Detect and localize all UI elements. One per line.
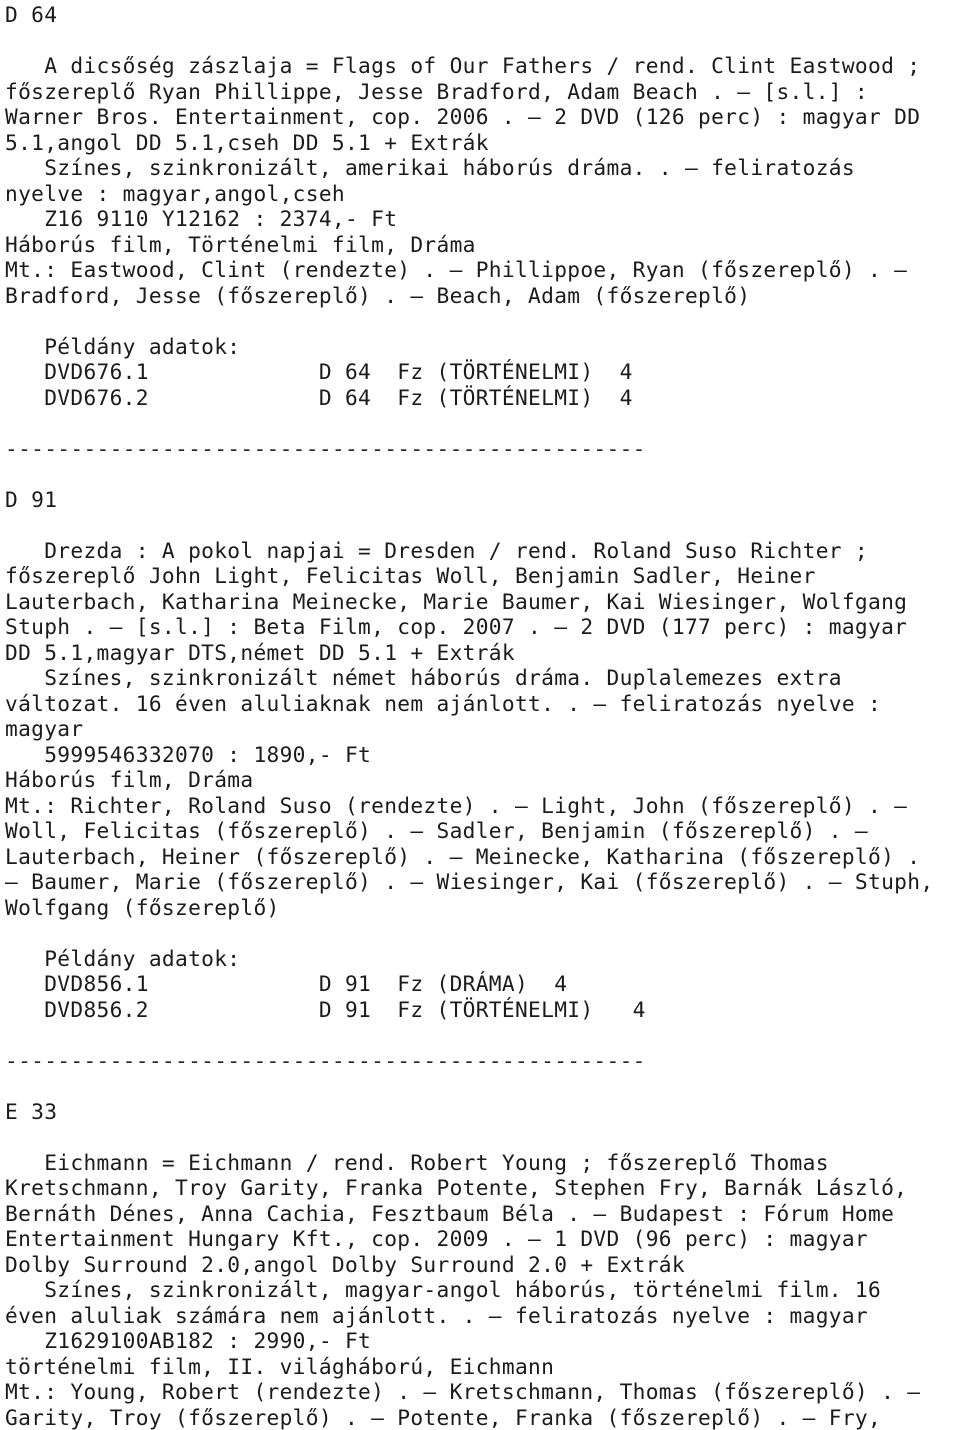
text-line: Bradford, Jesse (főszereplő) . — Beach, …: [5, 283, 960, 309]
text-line: történelmi film, II. világháború, Eichma…: [5, 1354, 960, 1380]
blank-line: [5, 1073, 960, 1099]
catalog-text-block: D 64 A dicsőség zászlaja = Flags of Our …: [5, 2, 960, 1430]
text-line: A dicsőség zászlaja = Flags of Our Fathe…: [5, 53, 960, 79]
text-line: D 91: [5, 487, 960, 513]
text-line: Színes, szinkronizált, magyar-angol hábo…: [5, 1277, 960, 1303]
text-line: Warner Bros. Entertainment, cop. 2006 . …: [5, 104, 960, 130]
text-line: Drezda : A pokol napjai = Dresden / rend…: [5, 538, 960, 564]
text-line: DVD676.1 D 64 Fz (TÖRTÉNELMI) 4: [5, 359, 960, 385]
text-line: Z1629100AB182 : 2990,- Ft: [5, 1328, 960, 1354]
text-line: főszereplő John Light, Felicitas Woll, B…: [5, 563, 960, 589]
text-line: nyelve : magyar,angol,cseh: [5, 181, 960, 207]
text-line: Mt.: Richter, Roland Suso (rendezte) . —…: [5, 793, 960, 819]
blank-line: [5, 1022, 960, 1048]
text-line: főszereplő Ryan Phillippe, Jesse Bradfor…: [5, 79, 960, 105]
text-line: Dolby Surround 2.0,angol Dolby Surround …: [5, 1252, 960, 1278]
text-line: Lauterbach, Katharina Meinecke, Marie Ba…: [5, 589, 960, 615]
text-line: Woll, Felicitas (főszereplő) . — Sadler,…: [5, 818, 960, 844]
blank-line: [5, 1124, 960, 1150]
document-page: D 64 A dicsőség zászlaja = Flags of Our …: [0, 0, 960, 1427]
text-line: magyar: [5, 716, 960, 742]
text-line: Stuph . — [s.l.] : Beta Film, cop. 2007 …: [5, 614, 960, 640]
text-line: DVD676.2 D 64 Fz (TÖRTÉNELMI) 4: [5, 385, 960, 411]
text-line: Példány adatok:: [5, 946, 960, 972]
text-line: Példány adatok:: [5, 334, 960, 360]
text-line: Garity, Troy (főszereplő) . — Potente, F…: [5, 1405, 960, 1430]
text-line: DVD856.2 D 91 Fz (TÖRTÉNELMI) 4: [5, 997, 960, 1023]
text-line: DVD856.1 D 91 Fz (DRÁMA) 4: [5, 971, 960, 997]
text-line: Eichmann = Eichmann / rend. Robert Young…: [5, 1150, 960, 1176]
blank-line: [5, 28, 960, 54]
text-line: Wolfgang (főszereplő): [5, 895, 960, 921]
text-line: Színes, szinkronizált német háborús drám…: [5, 665, 960, 691]
text-line: 5.1,angol DD 5.1,cseh DD 5.1 + Extrák: [5, 130, 960, 156]
text-line: Z16 9110 Y12162 : 2374,- Ft: [5, 206, 960, 232]
text-line: éven aluliak számára nem ajánlott. . — f…: [5, 1303, 960, 1329]
text-line: Színes, szinkronizált, amerikai háborús …: [5, 155, 960, 181]
blank-line: [5, 410, 960, 436]
text-line: DD 5.1,magyar DTS,német DD 5.1 + Extrák: [5, 640, 960, 666]
text-line: Mt.: Young, Robert (rendezte) . — Kretsc…: [5, 1379, 960, 1405]
text-line: Entertainment Hungary Kft., cop. 2009 . …: [5, 1226, 960, 1252]
blank-line: [5, 920, 960, 946]
record-separator: ----------------------------------------…: [5, 1048, 960, 1074]
text-line: Lauterbach, Heiner (főszereplő) . — Mein…: [5, 844, 960, 870]
record-separator: ----------------------------------------…: [5, 436, 960, 462]
text-line: Mt.: Eastwood, Clint (rendezte) . — Phil…: [5, 257, 960, 283]
text-line: E 33: [5, 1099, 960, 1125]
text-line: Háborús film, Történelmi film, Dráma: [5, 232, 960, 258]
blank-line: [5, 512, 960, 538]
text-line: 5999546332070 : 1890,- Ft: [5, 742, 960, 768]
blank-line: [5, 308, 960, 334]
text-line: változat. 16 éven aluliaknak nem ajánlot…: [5, 691, 960, 717]
blank-line: [5, 461, 960, 487]
text-line: D 64: [5, 2, 960, 28]
text-line: Háborús film, Dráma: [5, 767, 960, 793]
text-line: — Baumer, Marie (főszereplő) . — Wiesing…: [5, 869, 960, 895]
text-line: Kretschmann, Troy Garity, Franka Potente…: [5, 1175, 960, 1201]
text-line: Bernáth Dénes, Anna Cachia, Fesztbaum Bé…: [5, 1201, 960, 1227]
